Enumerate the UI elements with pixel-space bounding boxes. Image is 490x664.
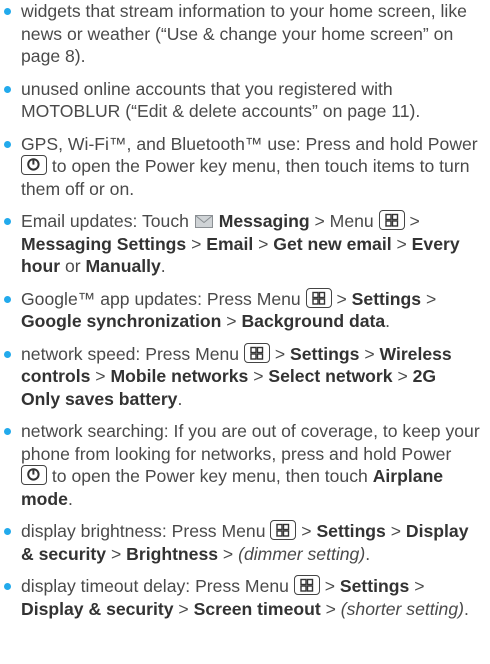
tip-text: > bbox=[319, 576, 340, 596]
list-item: display timeout delay: Press Menu > Sett… bbox=[4, 575, 480, 620]
tip-text: > bbox=[320, 598, 341, 619]
tip-text: network speed: Press Menu bbox=[21, 343, 244, 364]
tip-text: display brightness: Press Menu bbox=[21, 521, 271, 541]
tip-text: > bbox=[248, 366, 269, 386]
tip-text: widgets that stream information to your … bbox=[21, 1, 467, 66]
menu-key-icon bbox=[378, 210, 405, 230]
tip-text: > bbox=[421, 288, 437, 309]
bullet-icon bbox=[4, 295, 11, 303]
bullet-icon bbox=[4, 350, 11, 358]
mobile-networks-label: Mobile networks bbox=[110, 366, 249, 386]
bullet-icon bbox=[4, 85, 11, 93]
tip-text: > bbox=[391, 233, 412, 254]
display-security-label: Display & security bbox=[21, 598, 174, 619]
tip-text: > bbox=[186, 233, 207, 254]
tip-text: . bbox=[177, 388, 183, 409]
screen-timeout-label: Screen timeout bbox=[193, 598, 321, 619]
tip-text: > bbox=[296, 521, 317, 541]
tip-text: Email updates: Touch bbox=[21, 211, 194, 231]
tip-text: GPS, Wi-Fi™, and Bluetooth™ use: Press a… bbox=[21, 133, 478, 154]
tip-text: Google™ app updates: Press Menu bbox=[21, 288, 306, 309]
list-item: GPS, Wi-Fi™, and Bluetooth™ use: Press a… bbox=[4, 133, 480, 201]
tip-text: . bbox=[365, 543, 371, 564]
tip-text: . bbox=[67, 488, 73, 509]
tip-text: . bbox=[463, 598, 469, 619]
power-key-icon bbox=[21, 465, 47, 485]
bullet-icon bbox=[4, 8, 11, 15]
tip-text: > bbox=[269, 343, 291, 364]
tip-text: to open the Power key menu, then touch bbox=[47, 466, 373, 486]
settings-label: Settings bbox=[316, 521, 386, 541]
menu-key-icon bbox=[270, 520, 297, 540]
select-network-label: Select network bbox=[268, 366, 393, 386]
bullet-icon bbox=[4, 140, 11, 148]
settings-label: Settings bbox=[339, 576, 410, 596]
bullet-icon bbox=[4, 428, 11, 435]
messaging-settings-label: Messaging Settings bbox=[21, 233, 187, 254]
menu-key-icon bbox=[293, 575, 320, 595]
tip-text: > bbox=[392, 366, 413, 386]
tip-text: network searching: If you are out of cov… bbox=[21, 421, 480, 464]
settings-label: Settings bbox=[351, 288, 422, 309]
brightness-label: Brightness bbox=[126, 543, 219, 564]
manually-label: Manually bbox=[85, 256, 161, 276]
tip-text: > bbox=[331, 288, 352, 309]
tip-text: unused online accounts that you register… bbox=[21, 78, 421, 122]
menu-key-icon bbox=[243, 342, 270, 363]
tip-text: > bbox=[404, 211, 420, 231]
email-label: Email bbox=[206, 233, 254, 254]
tip-text: > bbox=[409, 576, 425, 596]
tip-text: or bbox=[60, 256, 86, 276]
list-item: unused online accounts that you register… bbox=[4, 78, 480, 123]
tip-text: . bbox=[385, 311, 391, 331]
tip-text: > bbox=[90, 366, 111, 386]
tip-text: > Menu bbox=[309, 211, 379, 231]
get-new-email-label: Get new email bbox=[273, 233, 392, 254]
settings-label: Settings bbox=[290, 343, 360, 364]
menu-key-icon bbox=[305, 287, 332, 308]
battery-tips-list: widgets that stream information to your … bbox=[0, 0, 490, 620]
tip-text: > bbox=[173, 598, 194, 619]
bullet-icon bbox=[4, 218, 11, 225]
envelope-icon bbox=[194, 215, 213, 228]
list-item: widgets that stream information to your … bbox=[4, 0, 480, 68]
shorter-setting-label: (shorter setting) bbox=[340, 598, 464, 619]
bullet-icon bbox=[4, 583, 11, 590]
tip-text: > bbox=[359, 343, 380, 364]
bullet-icon bbox=[4, 528, 11, 535]
tip-text: > bbox=[218, 543, 239, 564]
tip-text: > bbox=[221, 311, 242, 331]
tip-text: to open the Power key menu, then touch i… bbox=[21, 156, 470, 199]
tip-text: > bbox=[385, 521, 406, 541]
list-item: Google™ app updates: Press Menu > Settin… bbox=[4, 287, 480, 333]
list-item: network speed: Press Menu > Settings > W… bbox=[4, 342, 480, 411]
list-item: display brightness: Press Menu > Setting… bbox=[4, 520, 480, 565]
tip-text: display timeout delay: Press Menu bbox=[21, 576, 294, 596]
tip-text: > bbox=[106, 543, 127, 564]
power-key-icon bbox=[21, 155, 47, 175]
google-sync-label: Google synchronization bbox=[21, 311, 222, 331]
messaging-label: Messaging bbox=[218, 211, 310, 231]
dimmer-setting-label: (dimmer setting) bbox=[238, 543, 366, 564]
tip-text: . bbox=[160, 256, 166, 276]
list-item: network searching: If you are out of cov… bbox=[4, 420, 480, 510]
tip-text: > bbox=[253, 233, 274, 254]
list-item: Email updates: Touch Messaging > Menu > … bbox=[4, 210, 480, 278]
background-data-label: Background data bbox=[241, 311, 386, 331]
